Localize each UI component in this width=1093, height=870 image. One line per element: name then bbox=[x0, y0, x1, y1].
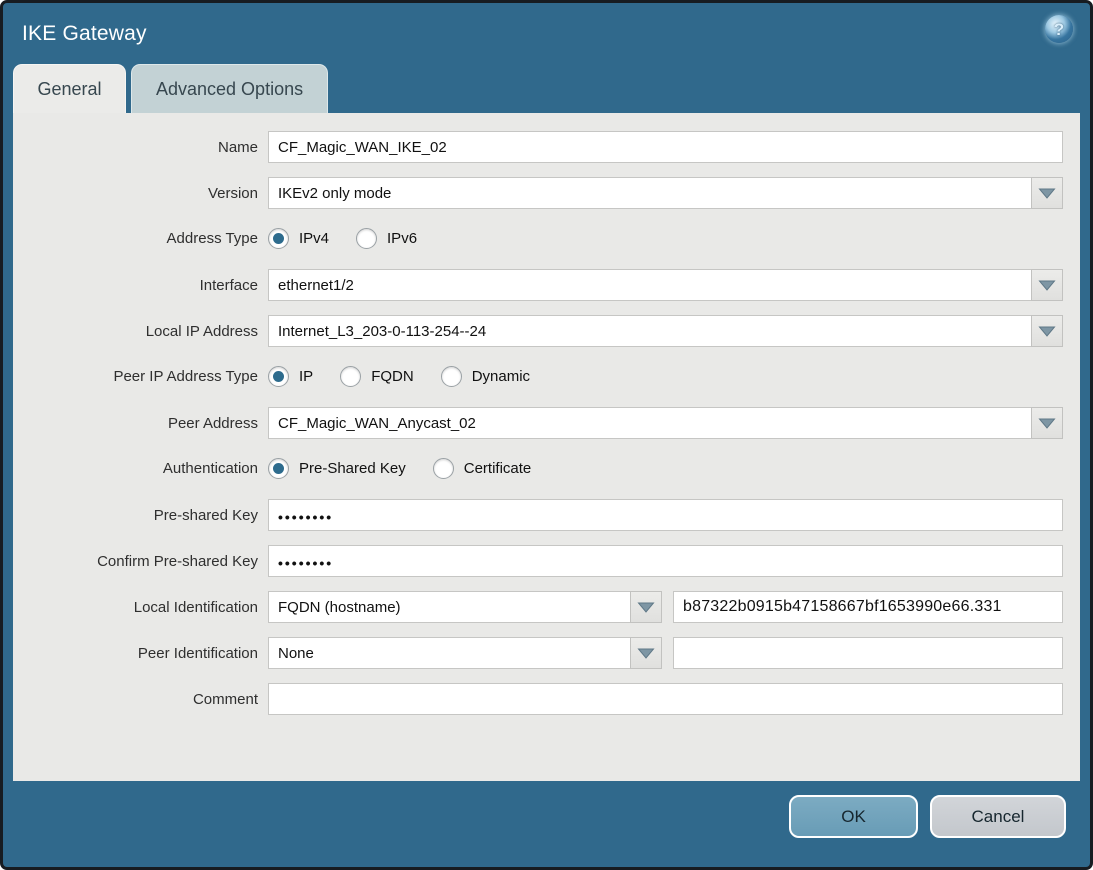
confirm-pre-shared-key-label: Confirm Pre-shared Key bbox=[13, 553, 258, 570]
dialog-title: IKE Gateway bbox=[3, 20, 147, 46]
row-peer-address: Peer Address bbox=[13, 407, 1063, 439]
row-peer-identification: Peer Identification bbox=[13, 637, 1063, 669]
chevron-down-icon bbox=[1038, 278, 1056, 292]
row-comment: Comment bbox=[13, 683, 1063, 715]
tab-advanced-options[interactable]: Advanced Options bbox=[131, 64, 328, 113]
peer-identification-type-select[interactable] bbox=[268, 637, 630, 669]
row-pre-shared-key: Pre-shared Key bbox=[13, 499, 1063, 531]
local-identification-label: Local Identification bbox=[13, 599, 258, 616]
chevron-down-icon bbox=[637, 646, 655, 660]
comment-label: Comment bbox=[13, 691, 258, 708]
radio-ipv6[interactable]: IPv6 bbox=[356, 228, 417, 249]
name-label: Name bbox=[13, 139, 258, 156]
radio-peer-fqdn-circle[interactable] bbox=[340, 366, 361, 387]
peer-address-dropdown-button[interactable] bbox=[1031, 407, 1063, 439]
chevron-down-icon bbox=[637, 600, 655, 614]
cancel-button[interactable]: Cancel bbox=[930, 795, 1066, 838]
pre-shared-key-label: Pre-shared Key bbox=[13, 507, 258, 524]
ok-button[interactable]: OK bbox=[789, 795, 918, 838]
radio-peer-dynamic-circle[interactable] bbox=[441, 366, 462, 387]
row-local-ip-address: Local IP Address bbox=[13, 315, 1063, 347]
local-ip-address-select[interactable] bbox=[268, 315, 1031, 347]
dialog-titlebar: IKE Gateway ? bbox=[3, 3, 1090, 63]
address-type-label: Address Type bbox=[13, 230, 258, 247]
chevron-down-icon bbox=[1038, 416, 1056, 430]
local-identification-dropdown-button[interactable] bbox=[630, 591, 662, 623]
version-select[interactable] bbox=[268, 177, 1031, 209]
version-dropdown-button[interactable] bbox=[1031, 177, 1063, 209]
general-tab-panel: Name Version Address Type bbox=[13, 113, 1080, 781]
peer-address-select[interactable] bbox=[268, 407, 1031, 439]
row-version: Version bbox=[13, 177, 1063, 209]
radio-pre-shared-key-circle[interactable] bbox=[268, 458, 289, 479]
peer-identification-value-input[interactable] bbox=[673, 637, 1063, 669]
confirm-pre-shared-key-input[interactable] bbox=[268, 545, 1063, 577]
interface-label: Interface bbox=[13, 277, 258, 294]
row-local-identification: Local Identification bbox=[13, 591, 1063, 623]
chevron-down-icon bbox=[1038, 324, 1056, 338]
local-identification-type-select[interactable] bbox=[268, 591, 630, 623]
row-address-type: Address Type IPv4 IPv6 bbox=[13, 223, 1063, 253]
radio-peer-fqdn[interactable]: FQDN bbox=[340, 366, 414, 387]
peer-identification-label: Peer Identification bbox=[13, 645, 258, 662]
radio-peer-ip[interactable]: IP bbox=[268, 366, 313, 387]
radio-certificate[interactable]: Certificate bbox=[433, 458, 532, 479]
row-name: Name bbox=[13, 131, 1063, 163]
radio-pre-shared-key[interactable]: Pre-Shared Key bbox=[268, 458, 406, 479]
peer-ip-address-type-label: Peer IP Address Type bbox=[13, 368, 258, 385]
ike-gateway-dialog: IKE Gateway ? General Advanced Options N… bbox=[0, 0, 1093, 870]
radio-peer-ip-circle[interactable] bbox=[268, 366, 289, 387]
radio-certificate-circle[interactable] bbox=[433, 458, 454, 479]
version-label: Version bbox=[13, 185, 258, 202]
local-ip-dropdown-button[interactable] bbox=[1031, 315, 1063, 347]
comment-input[interactable] bbox=[268, 683, 1063, 715]
radio-ipv6-circle[interactable] bbox=[356, 228, 377, 249]
tab-general[interactable]: General bbox=[13, 64, 126, 113]
help-icon[interactable]: ? bbox=[1045, 15, 1073, 43]
tab-bar: General Advanced Options bbox=[3, 63, 1090, 113]
authentication-label: Authentication bbox=[13, 460, 258, 477]
row-peer-ip-address-type: Peer IP Address Type IP FQDN Dynamic bbox=[13, 361, 1063, 391]
local-ip-address-label: Local IP Address bbox=[13, 323, 258, 340]
interface-select[interactable] bbox=[268, 269, 1031, 301]
row-authentication: Authentication Pre-Shared Key Certificat… bbox=[13, 453, 1063, 483]
local-identification-value-input[interactable] bbox=[673, 591, 1063, 623]
row-interface: Interface bbox=[13, 269, 1063, 301]
radio-ipv4[interactable]: IPv4 bbox=[268, 228, 329, 249]
chevron-down-icon bbox=[1038, 186, 1056, 200]
peer-address-label: Peer Address bbox=[13, 415, 258, 432]
radio-ipv4-circle[interactable] bbox=[268, 228, 289, 249]
peer-identification-dropdown-button[interactable] bbox=[630, 637, 662, 669]
interface-dropdown-button[interactable] bbox=[1031, 269, 1063, 301]
radio-peer-dynamic[interactable]: Dynamic bbox=[441, 366, 530, 387]
name-input[interactable] bbox=[268, 131, 1063, 163]
pre-shared-key-input[interactable] bbox=[268, 499, 1063, 531]
row-confirm-pre-shared-key: Confirm Pre-shared Key bbox=[13, 545, 1063, 577]
dialog-footer: OK Cancel bbox=[3, 781, 1090, 870]
